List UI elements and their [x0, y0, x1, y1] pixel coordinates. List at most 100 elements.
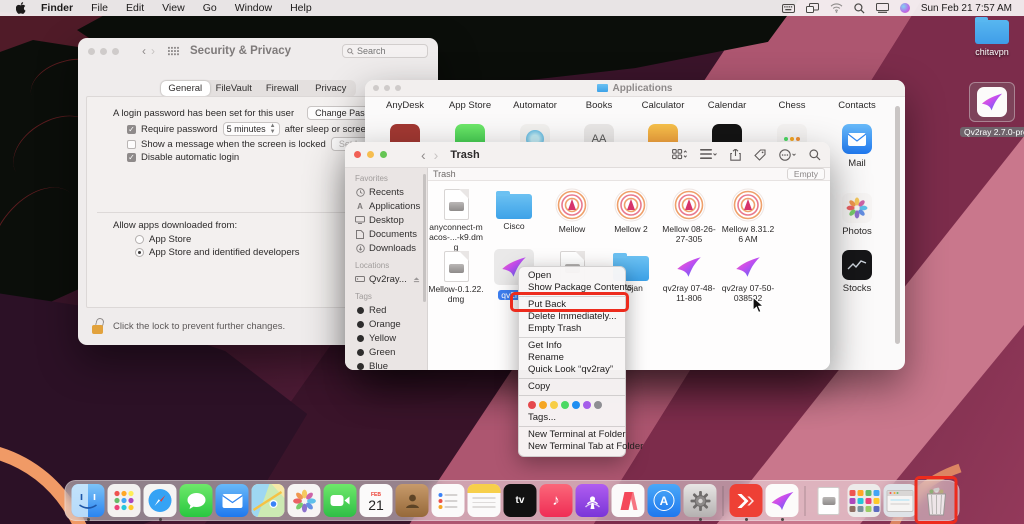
tab-firewall[interactable]: Firewall — [258, 81, 307, 96]
menu-item-copy[interactable]: Copy — [519, 381, 625, 393]
dock-downloads-stack-icon[interactable] — [884, 484, 917, 517]
tab-filevault[interactable]: FileVault — [210, 81, 259, 96]
tag-orange[interactable] — [539, 401, 547, 409]
file-qv2ray-0750[interactable]: qv2ray 07-50-038592 — [720, 249, 776, 303]
file-anyconnect-dmg[interactable]: anyconnect-macos-...-k9.dmg — [428, 187, 484, 252]
tag-purple[interactable] — [583, 401, 591, 409]
file-qv2ray-0748[interactable]: qv2ray 07-48-11-806 — [661, 249, 717, 303]
file-mellow-831[interactable]: Mellow 8.31.26 AM — [720, 187, 776, 244]
require-password-checkbox[interactable]: ✓ — [127, 125, 136, 134]
tag-icon[interactable] — [754, 149, 766, 161]
sidebar-item-applications[interactable]: AApplications — [345, 199, 427, 213]
zoom-button[interactable] — [112, 48, 119, 55]
share-icon[interactable] — [730, 149, 741, 161]
close-button[interactable] — [354, 151, 361, 158]
dock-calendar-icon[interactable]: FEB21 — [360, 484, 393, 517]
dock-mail-icon[interactable] — [216, 484, 249, 517]
side-app-label-stocks[interactable]: Stocks — [825, 283, 889, 294]
dock-notes-icon[interactable] — [468, 484, 501, 517]
dock-appstore-icon[interactable]: A — [648, 484, 681, 517]
sidebar-item-qv2ray-volume[interactable]: Qv2ray... — [345, 272, 427, 286]
dock-music-icon[interactable]: ♪ — [540, 484, 573, 517]
menu-item-empty-trash[interactable]: Empty Trash — [519, 323, 625, 335]
tab-general[interactable]: General — [161, 81, 210, 96]
sidebar-tag-orange[interactable]: Orange — [345, 317, 427, 331]
menu-item-new-terminal-tab[interactable]: New Terminal Tab at Folder — [519, 441, 625, 453]
siri-icon[interactable] — [900, 3, 910, 13]
menu-item-open[interactable]: Open — [519, 270, 625, 282]
radio-app-store[interactable] — [135, 235, 144, 244]
icon-view-icon[interactable] — [672, 149, 687, 160]
dock-tv-icon[interactable]: tv — [504, 484, 537, 517]
group-by-icon[interactable] — [700, 149, 717, 160]
apple-menu[interactable] — [10, 2, 32, 14]
app-label-chess[interactable]: Chess — [760, 100, 824, 111]
menu-help[interactable]: Help — [281, 2, 321, 14]
file-mellow[interactable]: Mellow — [544, 187, 600, 234]
menu-edit[interactable]: Edit — [117, 2, 153, 14]
desktop-icon-qv2ray[interactable]: Qv2ray 2.7.0-pre2 — [960, 82, 1024, 140]
lock-icon[interactable] — [92, 318, 105, 334]
minimize-button[interactable] — [100, 48, 107, 55]
spotlight-icon[interactable] — [854, 3, 865, 14]
forward-button[interactable]: › — [151, 45, 155, 57]
screen-mirroring-icon[interactable] — [806, 3, 819, 13]
search-input[interactable] — [357, 46, 417, 56]
file-mellow-08[interactable]: Mellow 08-26-27-305 — [661, 187, 717, 244]
display-icon[interactable] — [876, 3, 889, 13]
dock-safari-icon[interactable] — [144, 484, 177, 517]
app-label-books[interactable]: Books — [567, 100, 631, 111]
file-mellow-dmg[interactable]: Mellow-0.1.22.dmg — [428, 249, 484, 304]
dock-preferences-icon[interactable] — [684, 484, 717, 517]
radio-identified-developers[interactable] — [135, 248, 144, 257]
file-cisco-folder[interactable]: Cisco — [486, 187, 542, 231]
dock-reminders-icon[interactable] — [432, 484, 465, 517]
app-icon-mail[interactable] — [842, 124, 872, 154]
sidebar-item-documents[interactable]: Documents — [345, 227, 427, 241]
menu-item-rename[interactable]: Rename — [519, 352, 625, 364]
tag-green[interactable] — [561, 401, 569, 409]
desktop-icon-chitavpn[interactable]: chitavpn — [966, 20, 1018, 57]
dock-photos-icon[interactable] — [288, 484, 321, 517]
file-mellow-2[interactable]: Mellow 2 — [603, 187, 659, 234]
sidebar-item-recents[interactable]: Recents — [345, 185, 427, 199]
menu-item-quick-look[interactable]: Quick Look “qv2ray” — [519, 364, 625, 376]
sidebar-tag-yellow[interactable]: Yellow — [345, 331, 427, 345]
menu-view[interactable]: View — [153, 2, 194, 14]
scrollbar[interactable] — [895, 106, 900, 344]
dock-diskimage-icon[interactable] — [812, 484, 845, 517]
show-all-icon[interactable] — [168, 46, 179, 57]
wifi-icon[interactable] — [830, 3, 843, 13]
eject-icon[interactable] — [413, 276, 420, 283]
app-label-calendar[interactable]: Calendar — [695, 100, 759, 111]
sidebar-tag-red[interactable]: Red — [345, 303, 427, 317]
dock-news-icon[interactable] — [612, 484, 645, 517]
input-source-icon[interactable] — [782, 4, 795, 13]
app-label-automator[interactable]: Automator — [503, 100, 567, 111]
tag-gray[interactable] — [594, 401, 602, 409]
dock-maps-icon[interactable] — [252, 484, 285, 517]
tab-privacy[interactable]: Privacy — [307, 81, 356, 96]
menu-bar-clock[interactable]: Sun Feb 21 7:57 AM — [921, 3, 1014, 14]
app-label-appstore[interactable]: App Store — [438, 100, 502, 111]
menu-item-show-package-contents[interactable]: Show Package Contents — [519, 282, 625, 294]
sidebar-item-desktop[interactable]: Desktop — [345, 213, 427, 227]
menu-window[interactable]: Window — [226, 2, 281, 14]
interval-dropdown[interactable]: 5 minutes▲▼ — [223, 122, 280, 136]
menu-finder[interactable]: Finder — [32, 2, 82, 14]
search-field[interactable] — [342, 44, 428, 58]
menu-item-put-back[interactable]: Put Back — [519, 299, 625, 311]
show-message-checkbox[interactable] — [127, 140, 136, 149]
sidebar-scrollbar[interactable] — [423, 174, 426, 302]
dock-facetime-icon[interactable] — [324, 484, 357, 517]
dock-podcasts-icon[interactable] — [576, 484, 609, 517]
sidebar-item-downloads[interactable]: Downloads — [345, 241, 427, 255]
dock-trash-icon[interactable] — [920, 484, 953, 517]
dock-qv2ray-icon[interactable] — [766, 484, 799, 517]
app-icon-photos[interactable] — [842, 193, 872, 223]
app-label-anydesk[interactable]: AnyDesk — [373, 100, 437, 111]
tag-yellow[interactable] — [550, 401, 558, 409]
app-icon-stocks[interactable] — [842, 250, 872, 280]
back-button[interactable]: ‹ — [421, 148, 426, 162]
app-label-contacts[interactable]: Contacts — [825, 100, 889, 111]
